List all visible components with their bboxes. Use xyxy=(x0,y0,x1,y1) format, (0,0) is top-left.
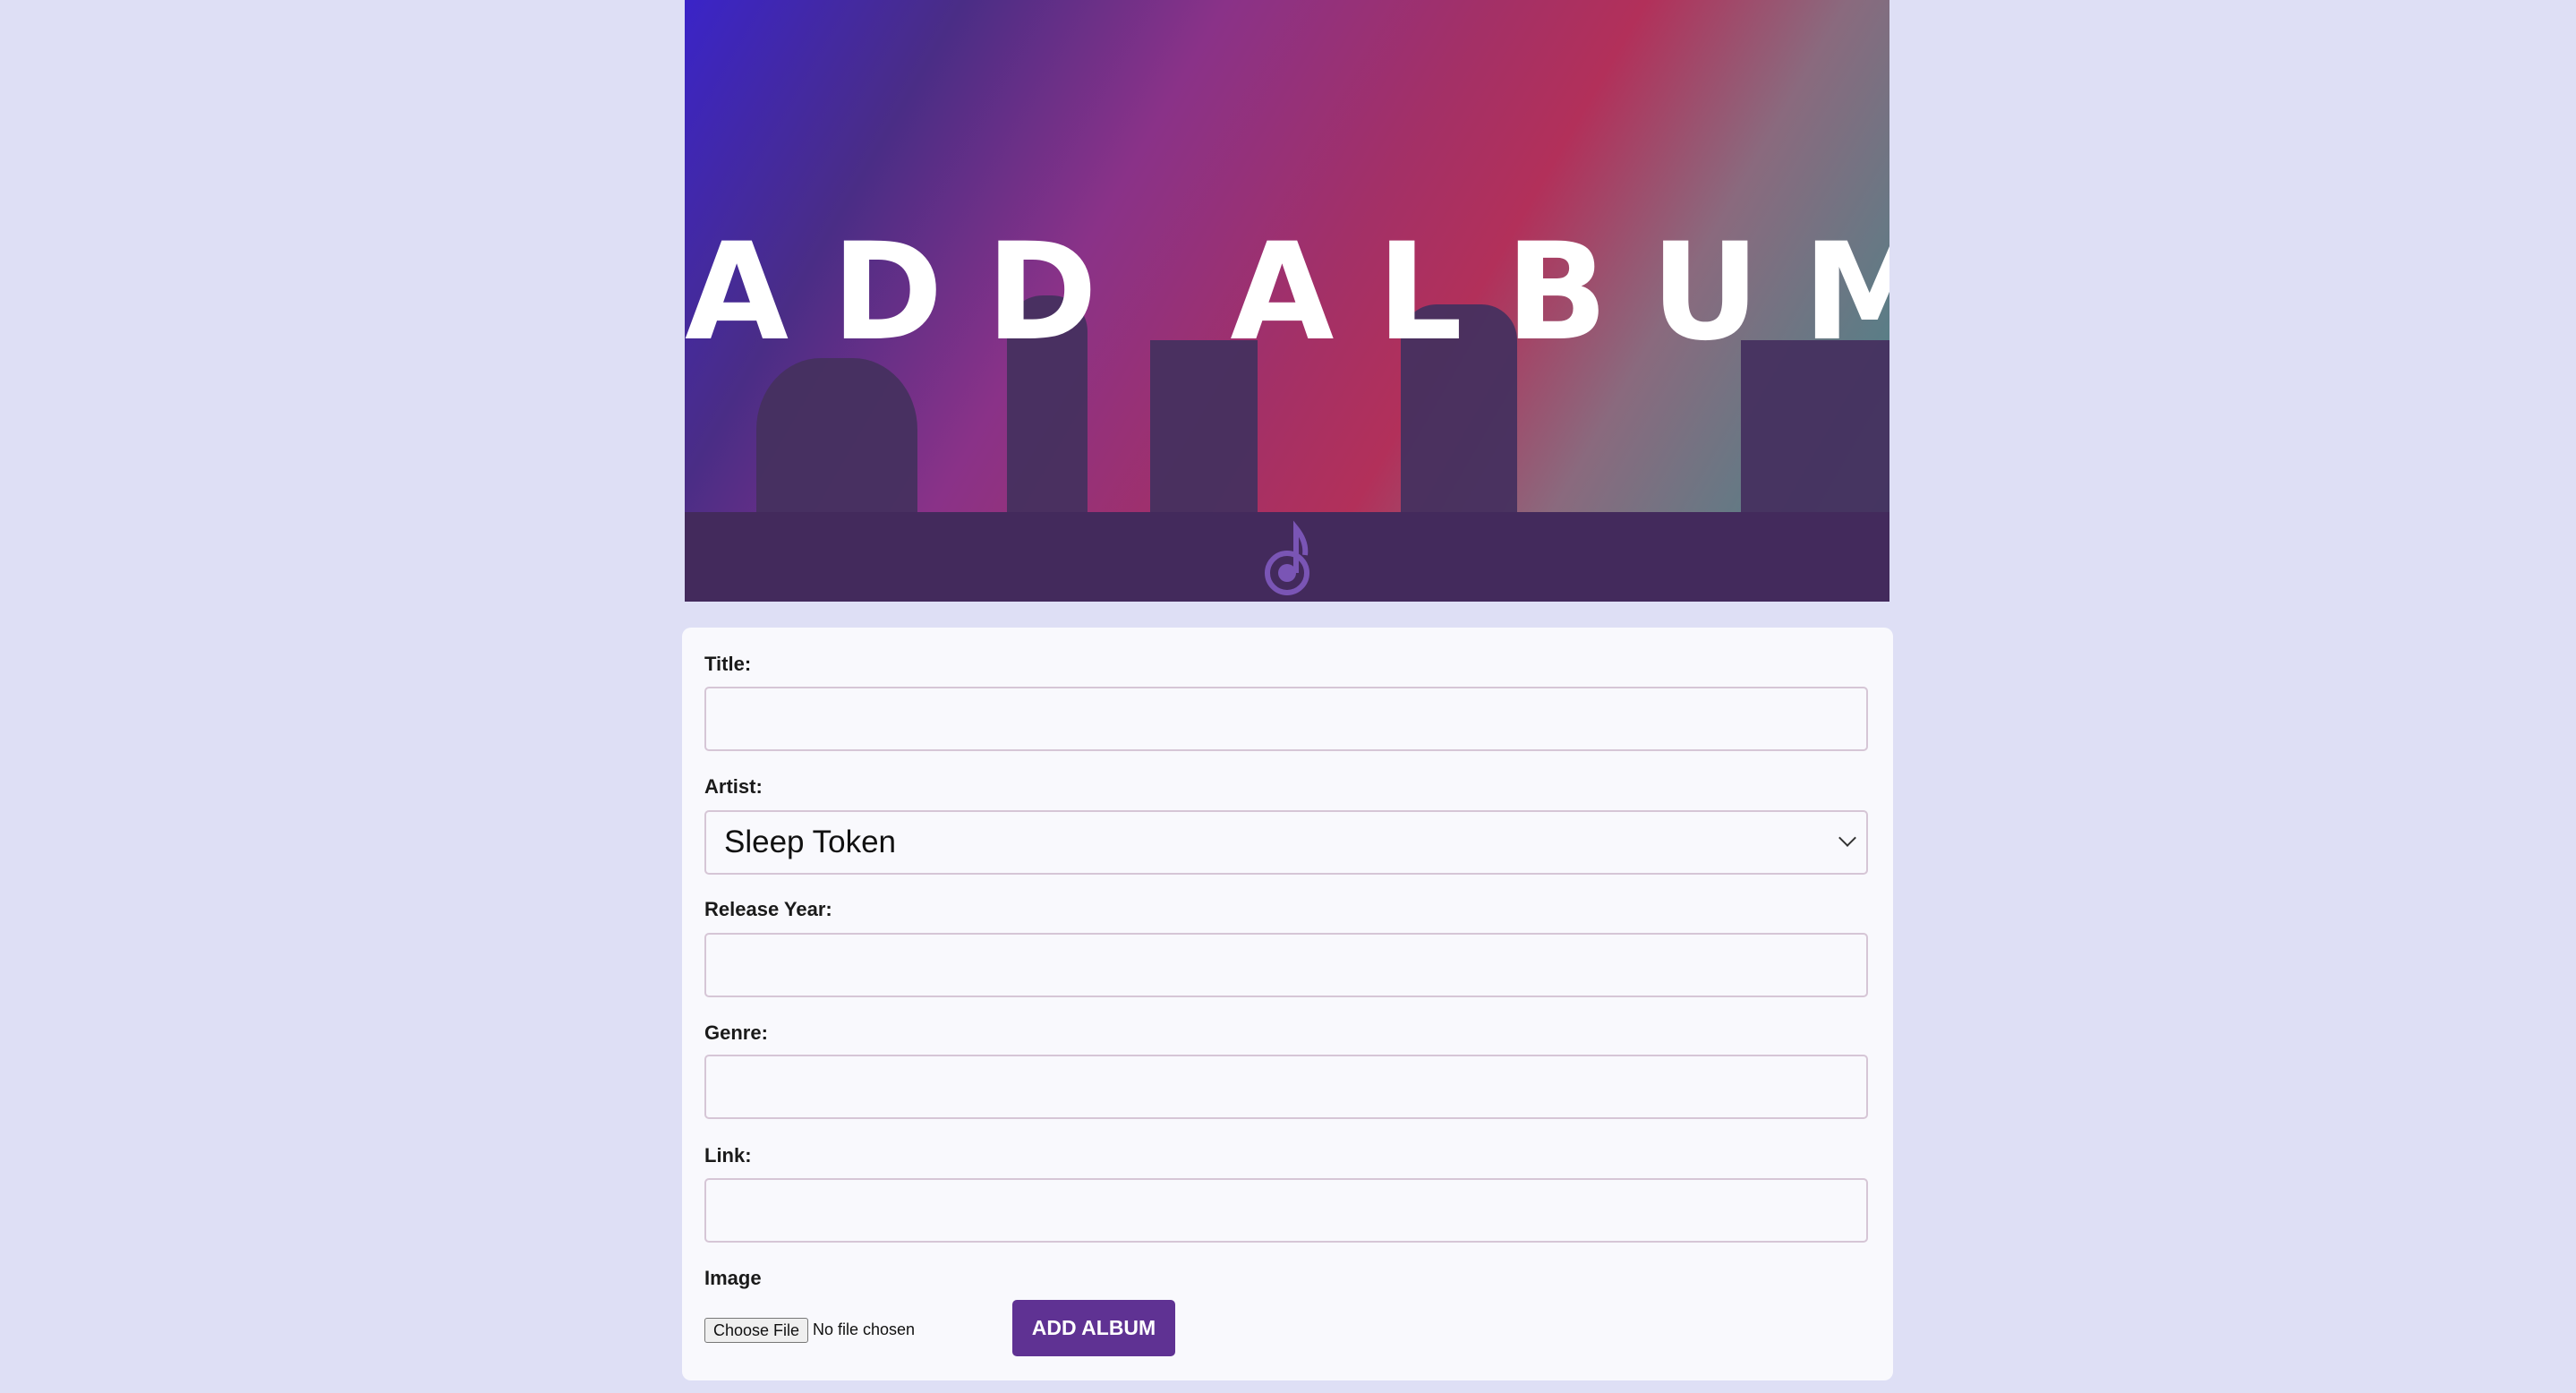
banner-title: ADD ALBUM xyxy=(685,215,1889,371)
artist-label: Artist: xyxy=(704,775,763,798)
drummer-silhouette xyxy=(756,358,917,537)
file-status: No file chosen xyxy=(813,1320,916,1338)
release-year-label: Release Year: xyxy=(704,898,832,920)
link-label: Link: xyxy=(704,1144,752,1167)
title-label: Title: xyxy=(704,653,752,675)
image-label: Image xyxy=(704,1267,762,1289)
chevron-down-icon xyxy=(1838,829,1856,847)
genre-input[interactable] xyxy=(704,1055,1868,1119)
artist-selected-value: Sleep Token xyxy=(724,825,897,859)
genre-label: Genre: xyxy=(704,1021,768,1044)
music-note-icon xyxy=(1265,520,1309,595)
add-album-form: Title: Artist: Sleep Token Release Year:… xyxy=(682,628,1893,1380)
artist-select[interactable]: Sleep Token xyxy=(704,810,1868,875)
header-banner: ADD ALBUM xyxy=(685,0,1889,602)
add-album-button[interactable]: ADD ALBUM xyxy=(1012,1300,1175,1356)
choose-file-button[interactable]: Choose File xyxy=(704,1318,808,1343)
release-year-input[interactable] xyxy=(704,933,1868,997)
link-input[interactable] xyxy=(704,1178,1868,1243)
title-input[interactable] xyxy=(704,687,1868,751)
